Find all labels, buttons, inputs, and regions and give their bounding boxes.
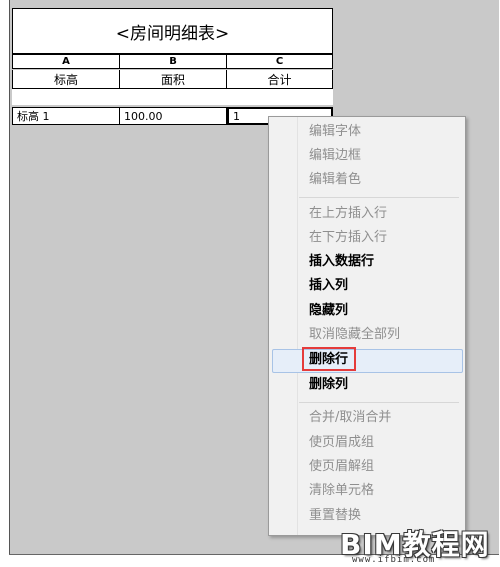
menu-item-insert-row-above[interactable]: 在上方插入行 <box>309 206 387 222</box>
schedule-spacer-row <box>12 89 333 105</box>
column-label-row: 标高 面积 合计 <box>12 70 333 89</box>
menu-item-clear-cell[interactable]: 清除单元格 <box>309 483 374 499</box>
menu-icon-gutter <box>269 117 298 535</box>
menu-item-insert-column[interactable]: 插入列 <box>309 278 348 294</box>
column-label-area[interactable]: 面积 <box>120 70 227 89</box>
menu-item-ungroup-headers[interactable]: 使页眉解组 <box>309 459 374 475</box>
annotation-highlight-box <box>302 347 356 371</box>
schedule-title[interactable]: <房间明细表> <box>12 8 333 54</box>
context-menu: 编辑字体 编辑边框 编辑着色 在上方插入行 在下方插入行 插入数据行 插入列 隐… <box>268 116 466 536</box>
menu-item-insert-data-row[interactable]: 插入数据行 <box>309 254 374 270</box>
menu-separator <box>299 402 459 403</box>
menu-hover-highlight <box>272 349 463 373</box>
menu-item-group-headers[interactable]: 使页眉成组 <box>309 435 374 451</box>
column-header-b[interactable]: B <box>120 54 227 69</box>
column-label-count[interactable]: 合计 <box>227 70 333 89</box>
menu-item-edit-shading[interactable]: 编辑着色 <box>309 172 361 188</box>
menu-separator <box>299 197 459 198</box>
column-letter-row: A B C <box>12 54 333 69</box>
column-header-c[interactable]: C <box>227 54 333 69</box>
cell-area[interactable]: 100.00 <box>120 107 227 125</box>
menu-item-delete-column[interactable]: 删除列 <box>309 377 348 393</box>
menu-item-hide-column[interactable]: 隐藏列 <box>309 303 348 319</box>
watermark-url: www.ifbim.com <box>352 555 436 565</box>
menu-item-unhide-all-columns[interactable]: 取消隐藏全部列 <box>309 327 400 343</box>
menu-item-merge-unmerge[interactable]: 合并/取消合并 <box>309 410 391 426</box>
menu-item-edit-font[interactable]: 编辑字体 <box>309 124 361 140</box>
menu-item-edit-border[interactable]: 编辑边框 <box>309 148 361 164</box>
column-header-a[interactable]: A <box>12 54 120 69</box>
menu-item-insert-row-below[interactable]: 在下方插入行 <box>309 230 387 246</box>
cell-level[interactable]: 标高 1 <box>12 107 120 125</box>
menu-item-reset-override[interactable]: 重置替换 <box>309 508 361 524</box>
column-label-level[interactable]: 标高 <box>12 70 120 89</box>
